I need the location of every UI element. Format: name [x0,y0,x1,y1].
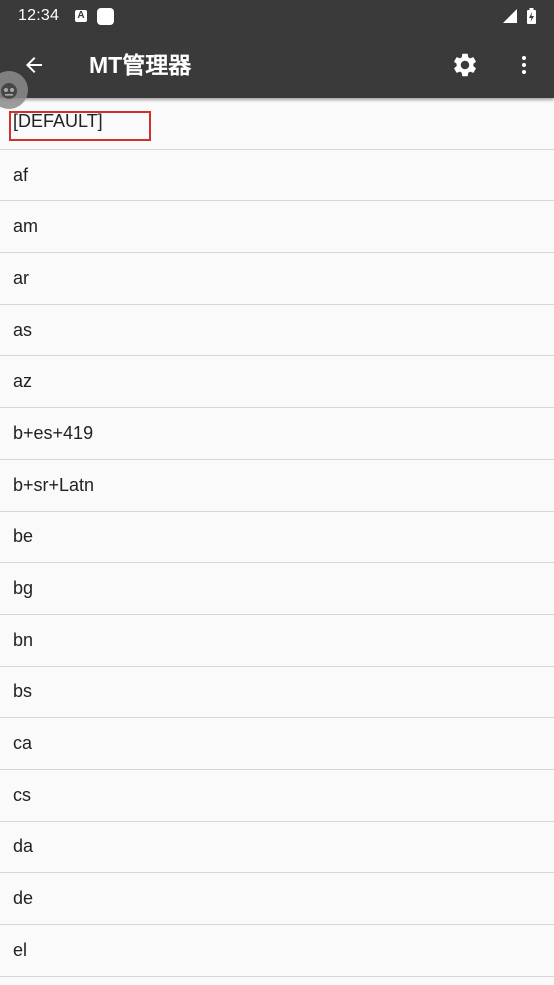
list-item-label: cs [13,784,31,805]
list-item[interactable]: bn [0,615,554,667]
list-item[interactable]: az [0,356,554,409]
more-vert-icon [522,56,526,74]
list-item-label: be [13,526,34,547]
app-title: MT管理器 [89,52,192,78]
list-item[interactable]: el [0,925,554,977]
list-item[interactable]: [DEFAULT] [0,98,554,150]
list-item-label: b+sr+Latn [13,474,95,495]
notification-square-icon [97,7,115,25]
list-item[interactable]: b+sr+Latn [0,460,554,512]
more-options-button[interactable] [510,49,538,81]
list-item-label: af [13,164,29,185]
list-item-label: [DEFAULT] [13,110,103,131]
list-item-label: bs [13,681,33,702]
app-toolbar: MT管理器 [0,32,554,98]
list-item-label: da [13,836,34,857]
notification-a-icon: A [75,10,88,22]
list-item[interactable]: da [0,822,554,874]
list-item-label: az [13,371,33,392]
arrow-left-icon [26,57,42,73]
list-item[interactable]: bg [0,563,554,615]
list-item-label: ar [13,267,30,288]
list-item-label: bn [13,629,34,650]
list-item[interactable]: ca [0,718,554,770]
list-item[interactable]: ar [0,253,554,305]
list-item[interactable]: de [0,873,554,925]
list-item[interactable]: be [0,512,554,564]
status-bar: 12:34 A [0,0,554,32]
list-item[interactable]: cs [0,770,554,822]
list-item[interactable]: b+es+419 [0,408,554,460]
robot-icon [1,83,17,99]
list-item-label: de [13,888,34,909]
list-item[interactable]: bs [0,667,554,719]
list-item-label: b+es+419 [13,422,94,443]
list-item[interactable]: af [0,150,554,202]
status-time: 12:34 [18,7,60,24]
list-item-label: bg [13,578,34,599]
settings-button[interactable] [449,49,481,81]
locale-list: [DEFAULT] af am ar as az b+es+419 b+sr+L… [0,98,554,977]
gear-icon [454,53,476,77]
battery-icon [527,8,536,24]
signal-icon [503,9,517,23]
list-item[interactable]: am [0,201,554,254]
list-item-label: ca [13,733,33,754]
list-item-label: am [13,216,39,237]
list-item-label: el [13,939,28,960]
list-item[interactable]: as [0,305,554,357]
list-item-label: as [13,319,33,340]
status-indicators [503,8,536,24]
